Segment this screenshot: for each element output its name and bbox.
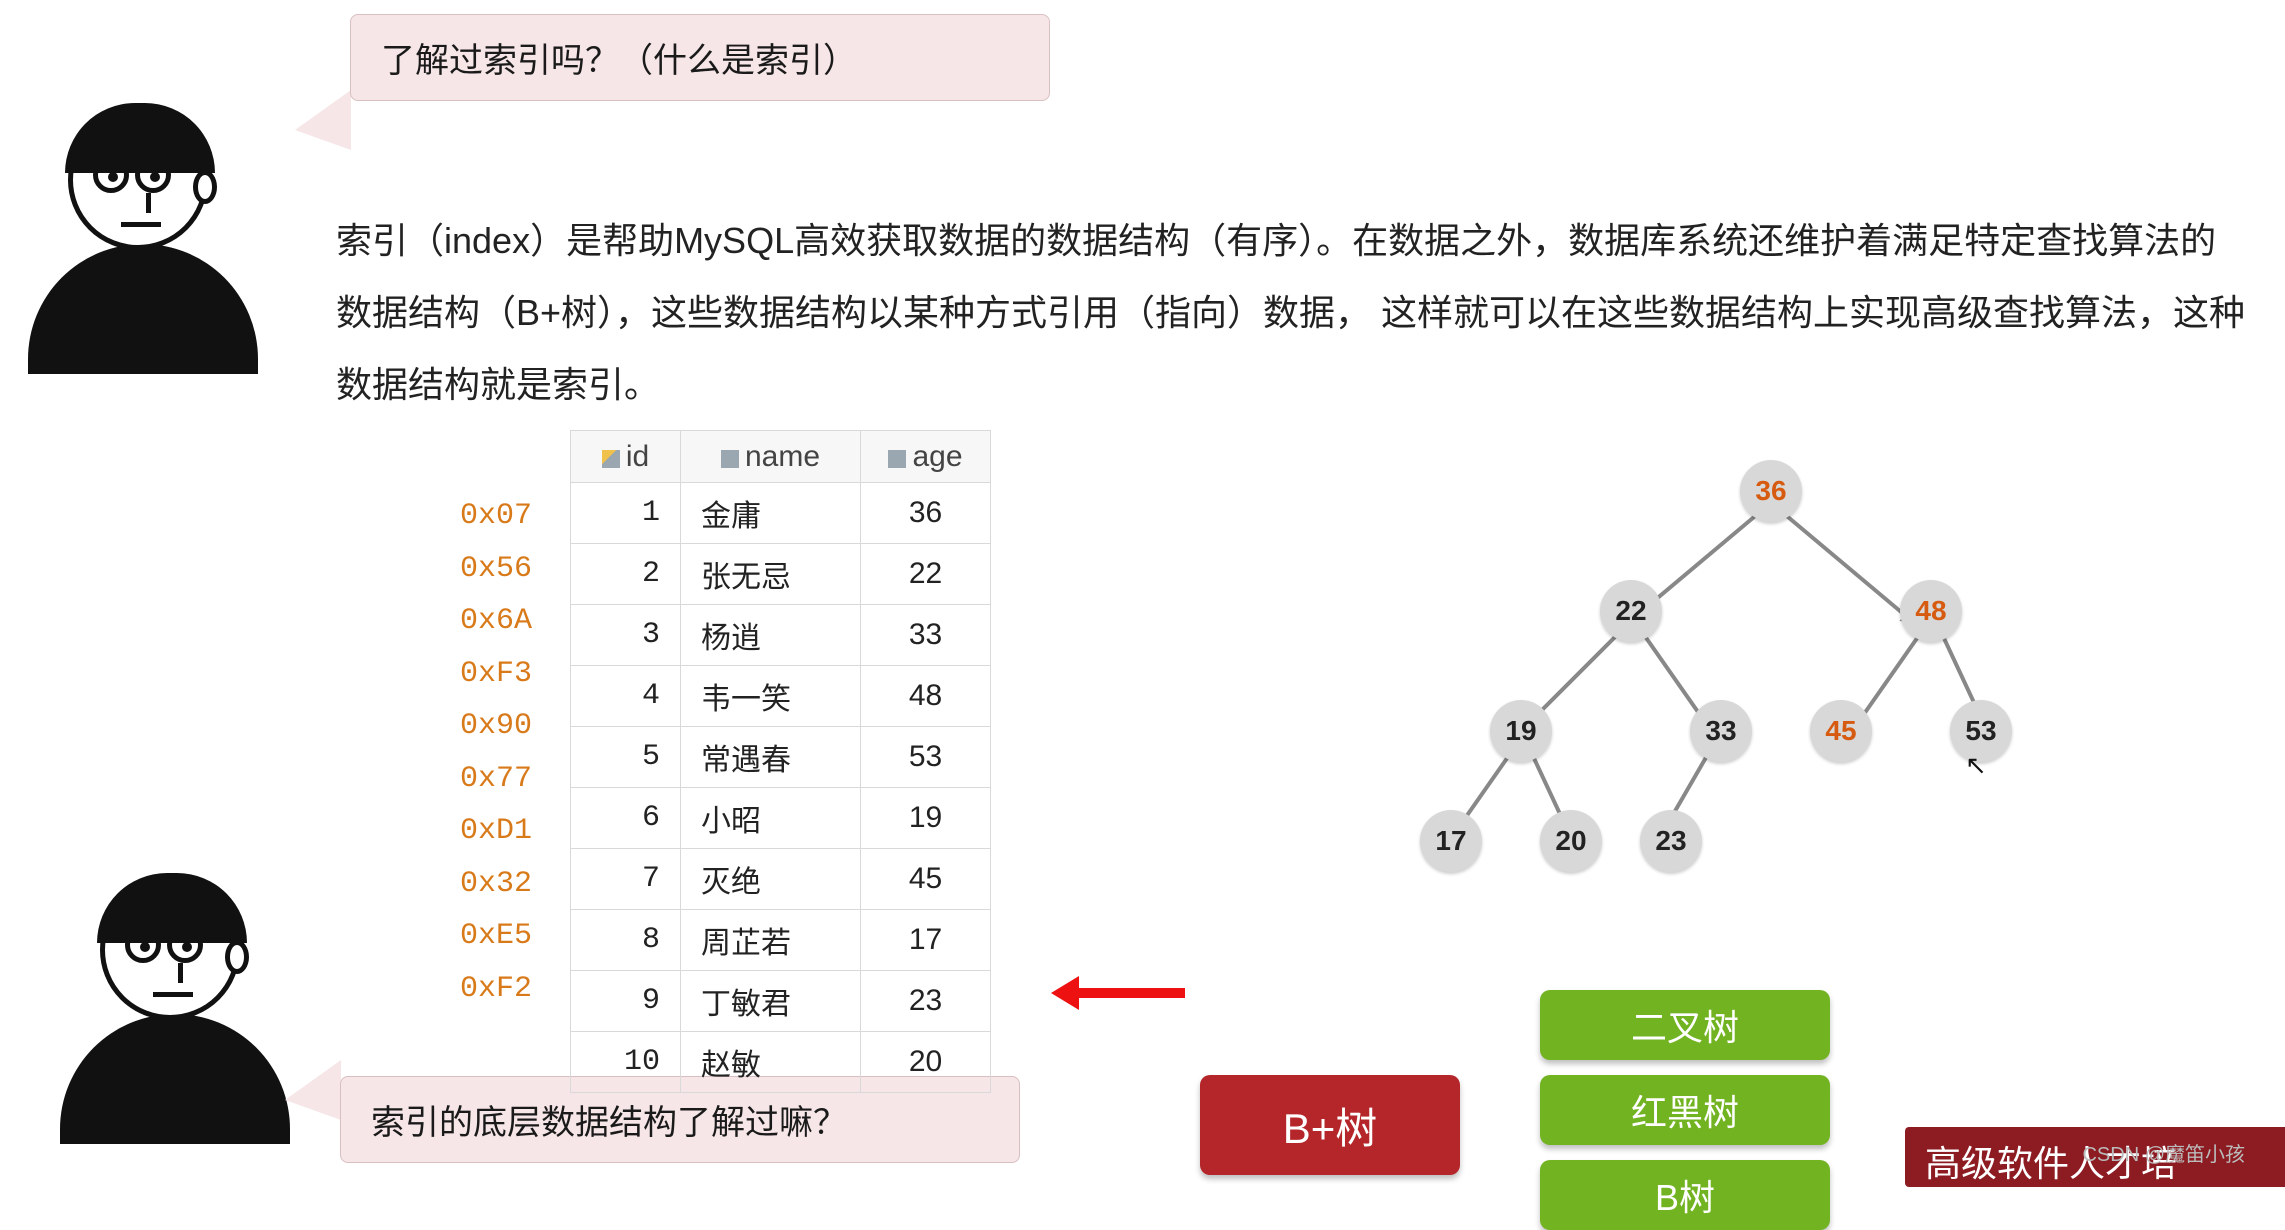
bubble-tail-1 [295,90,351,150]
question-bubble-1: 了解过索引吗？（什么是索引） [350,14,1050,101]
table-row: 3杨逍33 [571,605,991,666]
data-table: id name age 1金庸362张无忌223杨逍334韦一笑485常遇春53… [570,430,991,1093]
primary-key-icon [602,450,620,468]
table-row: 7灭绝45 [571,849,991,910]
tree-node: 45 [1810,700,1872,762]
interviewer-avatar-1 [28,110,248,374]
table-row: 9丁敏君23 [571,971,991,1032]
table-row: 4韦一笑48 [571,666,991,727]
bubble-tail-2 [285,1060,341,1120]
red-black-tree-button[interactable]: 红黑树 [1540,1075,1830,1145]
table-row: 5常遇春53 [571,727,991,788]
column-icon [721,450,739,468]
col-age: age [861,431,991,483]
col-id: id [571,431,681,483]
tree-edge [1640,631,1706,723]
table-row: 2张无忌22 [571,544,991,605]
binary-tree-button[interactable]: 二叉树 [1540,990,1830,1060]
tree-node: 22 [1600,580,1662,642]
col-name: name [681,431,861,483]
explanation-paragraph: 索引（index）是帮助MySQL高效获取数据的数据结构（有序）。在数据之外，数… [336,205,2246,421]
tree-edge [1781,510,1914,622]
watermark-text: CSDN @魔笛小孩 [2082,1138,2245,1167]
tree-edge [1644,510,1761,609]
tree-node: 20 [1540,810,1602,872]
tree-node: 36 [1740,460,1802,522]
memory-address-column: 0x070x560x6A0xF30x900x770xD10x320xE50xF2 [460,490,532,1015]
tree-node: 33 [1690,700,1752,762]
column-icon [888,450,906,468]
b-tree-button[interactable]: B树 [1540,1160,1830,1230]
binary-tree-diagram: 36224819334553172023 [1380,460,2080,890]
tree-node: 48 [1900,580,1962,642]
table-row: 10赵敏20 [571,1032,991,1093]
table-row: 8周芷若17 [571,910,991,971]
tree-node: 23 [1640,810,1702,872]
interviewer-avatar-2 [60,880,280,1144]
table-row: 1金庸36 [571,483,991,544]
highlight-arrow-icon [1075,988,1185,998]
tree-node: 17 [1420,810,1482,872]
tree-node: 19 [1490,700,1552,762]
bplus-tree-button[interactable]: B+树 [1200,1075,1460,1175]
table-row: 6小昭19 [571,788,991,849]
mouse-cursor-icon: ↖ [1965,750,1987,781]
